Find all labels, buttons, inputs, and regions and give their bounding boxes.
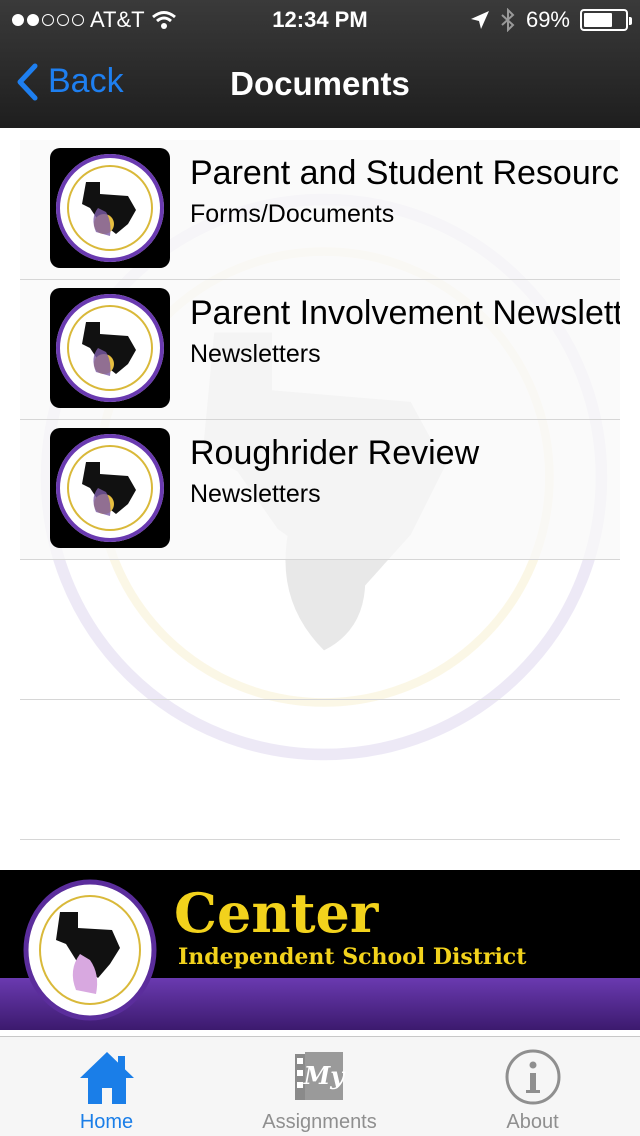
tab-label: Home xyxy=(79,1111,134,1133)
location-arrow-icon xyxy=(470,11,489,29)
tab-assignments[interactable]: My Assignments xyxy=(213,1037,426,1136)
empty-row xyxy=(20,560,620,700)
district-seal-thumbnail xyxy=(50,288,170,408)
home-icon xyxy=(77,1047,137,1107)
navigation-bar: Back Documents xyxy=(0,40,640,128)
tab-about[interactable]: About xyxy=(426,1037,639,1136)
bluetooth-icon xyxy=(501,8,515,32)
list-item[interactable]: Roughrider Review Newsletters xyxy=(20,420,620,560)
battery-percent: 69% xyxy=(525,7,570,32)
district-seal-thumbnail xyxy=(50,148,170,268)
document-category: Newsletters xyxy=(190,340,321,368)
document-title: Parent and Student Resources xyxy=(190,154,620,192)
district-banner: Center Independent School District xyxy=(0,870,640,1030)
document-category: Forms/Documents xyxy=(190,200,395,228)
my-assignments-icon: My xyxy=(290,1047,350,1107)
tab-label: Assignments xyxy=(262,1111,377,1133)
list-item[interactable]: Parent Involvement Newsletter Newsletter… xyxy=(20,280,620,420)
status-bar: AT&T 12:34 PM 69% xyxy=(0,0,640,40)
info-icon xyxy=(503,1047,563,1107)
status-right: 69% xyxy=(470,7,632,33)
tab-label: About xyxy=(506,1111,559,1133)
list-item[interactable]: Parent and Student Resources Forms/Docum… xyxy=(20,140,620,280)
documents-content[interactable]: Parent and Student Resources Forms/Docum… xyxy=(0,128,640,870)
top-bar: AT&T 12:34 PM 69% Back Documents xyxy=(0,0,640,128)
document-title: Roughrider Review xyxy=(190,434,480,472)
svg-text:My: My xyxy=(302,1061,346,1090)
banner-subtitle: Independent School District xyxy=(178,944,527,970)
battery-icon xyxy=(580,9,632,31)
district-seal-logo xyxy=(23,879,157,1021)
district-seal-thumbnail xyxy=(50,428,170,548)
documents-list: Parent and Student Resources Forms/Docum… xyxy=(20,140,620,840)
page-title: Documents xyxy=(230,65,410,102)
empty-row xyxy=(20,700,620,840)
tab-bar: Home My Assignments About xyxy=(0,1036,640,1136)
tab-home[interactable]: Home xyxy=(0,1037,213,1136)
banner-title: Center xyxy=(174,881,379,945)
document-category: Newsletters xyxy=(190,480,321,508)
document-title: Parent Involvement Newsletter xyxy=(190,294,620,332)
